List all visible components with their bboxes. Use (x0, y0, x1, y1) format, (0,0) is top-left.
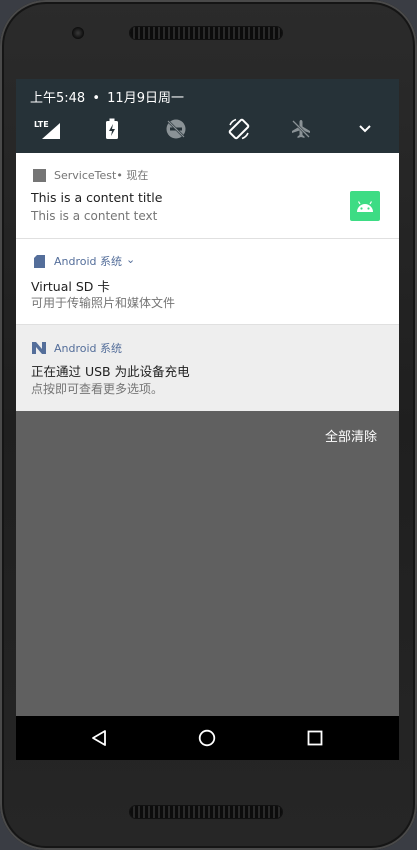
do-not-disturb-off-icon[interactable] (161, 117, 191, 141)
airplane-mode-icon[interactable] (286, 117, 316, 141)
notification-time: • 现在 (116, 169, 149, 182)
lte-label: LTE (34, 120, 49, 129)
auto-rotate-icon[interactable] (224, 117, 254, 141)
notification-servicetest[interactable]: ServiceTest • 现在 This is a content title… (16, 153, 399, 238)
battery-charging-icon[interactable] (97, 117, 127, 141)
notification-title: 正在通过 USB 为此设备充电 (31, 364, 190, 379)
clock-date: 11月9日周一 (107, 91, 184, 106)
android-robot-icon (350, 191, 380, 221)
notification-usb-charging[interactable]: Android 系统 正在通过 USB 为此设备充电 点按即可查看更多选项。 (16, 325, 399, 411)
notification-text: 可用于传输照片和媒体文件 (31, 296, 176, 310)
app-small-icon (32, 168, 46, 182)
clear-all-button[interactable]: 全部清除 (325, 426, 377, 445)
android-n-icon (32, 341, 46, 355)
back-icon[interactable] (88, 727, 110, 749)
app-name: ServiceTest (54, 168, 117, 182)
notification-header: 上午5:48 • 11月9日周一 LTE (16, 79, 399, 153)
phone-frame: 上午5:48 • 11月9日周一 LTE ServiceTest • 现在 Th… (0, 0, 417, 850)
screen: 上午5:48 • 11月9日周一 LTE ServiceTest • 现在 Th… (16, 79, 399, 760)
notification-virtual-sd[interactable]: Android 系统 ⌄ Virtual SD 卡 可用于传输照片和媒体文件 (16, 239, 399, 324)
notification-text: 点按即可查看更多选项。 (31, 382, 164, 396)
app-name: Android 系统 (54, 342, 123, 355)
notification-title: Virtual SD 卡 (31, 279, 110, 294)
notification-title: This is a content title (31, 190, 163, 205)
app-name: Android 系统 (54, 255, 123, 268)
notification-app-row: Android 系统 (32, 340, 122, 356)
front-camera (72, 27, 84, 39)
date-time: 上午5:48 • 11月9日周一 (30, 87, 184, 106)
home-icon[interactable] (196, 727, 218, 749)
expand-chevron-icon[interactable] (350, 117, 380, 141)
notification-app-row: Android 系统 ⌄ (32, 253, 135, 269)
recents-icon[interactable] (304, 727, 326, 749)
date-separator: • (92, 91, 101, 106)
notification-text: This is a content text (31, 209, 158, 223)
bottom-speaker (130, 806, 282, 818)
sd-card-icon (32, 254, 46, 268)
navigation-bar (16, 716, 399, 760)
clock-time: 上午5:48 (30, 91, 86, 106)
top-speaker (130, 27, 282, 39)
expand-notification-chevron[interactable]: ⌄ (126, 253, 135, 266)
notification-app-row: ServiceTest • 现在 (32, 167, 148, 183)
lte-signal-icon[interactable]: LTE (32, 117, 62, 141)
